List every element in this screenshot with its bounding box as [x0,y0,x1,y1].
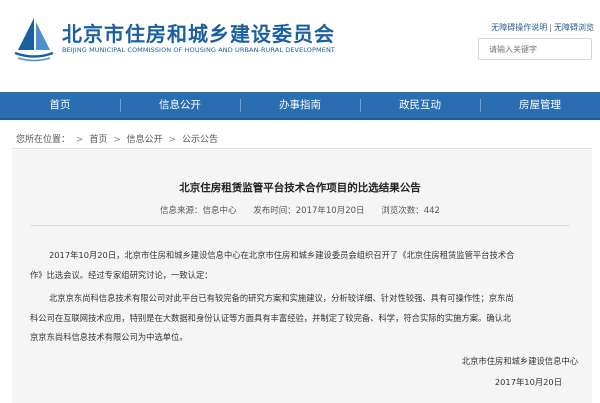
breadcrumb-prefix: 您所在位置： [16,135,71,145]
breadcrumb-divider [12,148,592,149]
site-subtitle: BEIJING MUNICIPAL COMMISSION OF HOUSING … [62,46,335,54]
article-views: 浏览次数：442 [381,206,440,216]
breadcrumb-item-home[interactable]: 首页 [89,135,107,145]
signature-organization: 北京市住房和城乡建设信息中心 [461,356,578,366]
nav-item-public-interaction[interactable]: 政民互动 [360,92,480,118]
article-title: 北京住房租赁监管平台技术合作项目的比选结果公告 [179,182,421,194]
article-paragraph-line: 2017年10月20日，北京市住房和城乡建设信息中心在北京市住房和城乡建设委员会… [49,250,515,260]
nav-item-service-guide[interactable]: 办事指南 [240,92,360,118]
accessibility-help-link[interactable]: 无障碍操作说明 [491,23,547,32]
article-paragraph-line: 京京东尚科信息技术有限公司为中选单位。 [30,332,188,342]
sail-logo-icon [14,18,54,62]
meta-divider [30,225,570,226]
nav-item-housing-management[interactable]: 房屋管理 [480,92,600,118]
nav-item-home[interactable]: 首页 [0,92,120,118]
breadcrumb-item-info[interactable]: 信息公开 [127,135,163,145]
breadcrumb-separator: > [113,135,121,145]
accessibility-links: 无障碍操作说明 | 无障碍浏览 [491,22,594,33]
article-meta: 信息来源：信息中心 发布时间：2017年10月20日 浏览次数：442 [0,204,600,216]
breadcrumb: 您所在位置： > 首页 > 信息公开 > 公示公告 [16,132,218,145]
article-source: 信息来源：信息中心 [160,206,237,216]
article-date: 发布时间：2017年10月20日 [253,206,365,216]
link-separator: | [549,23,552,32]
site-title: 北京市住房和城乡建设委员会 [62,22,335,46]
nav-item-info-disclosure[interactable]: 信息公开 [120,92,240,118]
breadcrumb-item-notices[interactable]: 公示公告 [182,135,218,145]
main-nav: 首页 信息公开 办事指南 政民互动 房屋管理 [0,92,600,120]
signature-date: 2017年10月20日 [494,377,562,387]
search-input[interactable] [478,38,592,60]
site-header: 北京市住房和城乡建设委员会 BEIJING MUNICIPAL COMMISSI… [0,0,600,92]
accessibility-browse-link[interactable]: 无障碍浏览 [554,23,594,32]
article-paragraph-line: 北京京东尚科信息技术有限公司对此平台已有较完备的研究方案和实施建议，分析较详细、… [49,293,514,303]
breadcrumb-separator: > [75,135,84,145]
breadcrumb-separator: > [168,135,177,145]
article-paragraph-line: 科公司在互联网技术应用，特别是在大数据和身份认证等方面具有丰富经验，并制定了较完… [30,313,512,323]
article-paragraph-line: 作》比选会议。经过专家组研究讨论，一致认定： [30,270,213,280]
